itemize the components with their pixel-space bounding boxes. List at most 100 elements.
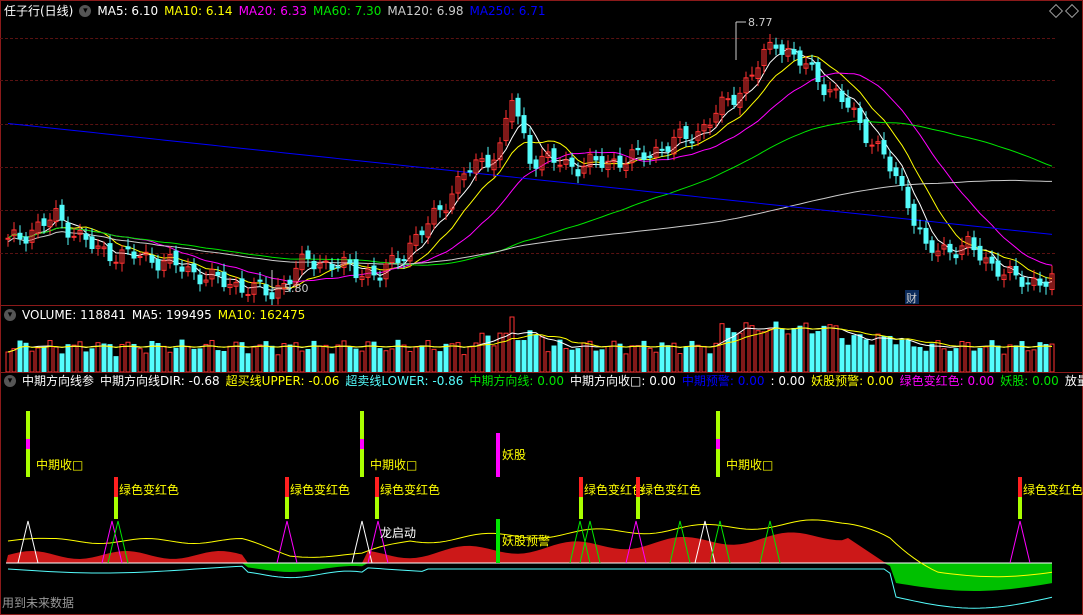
candle-body xyxy=(221,271,227,288)
volume-bar xyxy=(107,344,113,372)
volume-bar xyxy=(401,344,407,372)
candle-body xyxy=(395,258,401,263)
candle-body xyxy=(857,108,863,124)
signal-label: 绿色变红色 xyxy=(119,482,179,497)
volume-bar xyxy=(35,347,41,372)
candle-body xyxy=(863,119,869,144)
price-legend-item: MA60: 7.30 xyxy=(313,4,382,18)
price-ma-values: MA5: 6.10 MA10: 6.14 MA20: 6.33 MA60: 7.30 M… xyxy=(97,3,551,19)
candle-body xyxy=(659,148,665,151)
volume-bar xyxy=(629,345,635,372)
volume-bar xyxy=(485,335,491,372)
signal-bar xyxy=(375,477,379,497)
volume-bar xyxy=(707,353,713,372)
signal-label: 绿色变红色 xyxy=(584,482,644,497)
price-legend-item: MA5: 6.10 xyxy=(97,4,159,18)
candle-body xyxy=(113,261,119,264)
signal-label: 绿色变红色 xyxy=(641,482,701,497)
candle-body xyxy=(527,134,533,164)
signal-bar xyxy=(716,439,720,449)
volume-bar xyxy=(167,351,173,372)
volume-bar xyxy=(329,353,335,372)
volume-bar xyxy=(197,348,203,372)
volume-bar xyxy=(83,351,89,372)
finance-badge[interactable]: 财 xyxy=(906,291,917,305)
volume-bar xyxy=(863,339,869,372)
volume-bar xyxy=(677,353,683,372)
signal-label: 绿色变红色 xyxy=(1023,482,1083,497)
candle-body xyxy=(893,167,899,177)
volume-bar xyxy=(701,345,707,372)
volume-bar xyxy=(323,344,329,372)
candle-body xyxy=(923,227,929,244)
volume-bar xyxy=(71,344,77,372)
ind-legend-item: 妖股预警: 0.00 xyxy=(811,374,894,388)
volume-panel[interactable]: ▾ VOLUME: 118841 MA5: 199495 MA10: 162475 xyxy=(0,306,1083,372)
signal-bar xyxy=(360,449,364,477)
volume-bar xyxy=(101,343,107,372)
candle-body xyxy=(533,159,539,169)
volume-bar xyxy=(461,354,467,372)
candle-body xyxy=(953,254,959,259)
price-legend-item: MA120: 6.98 xyxy=(387,4,464,18)
indicator-panel[interactable]: ▾ 中期方向线参 中期方向线DIR: -0.68 超买线UPPER: -0.06 超卖… xyxy=(0,373,1083,613)
volume-bar xyxy=(221,351,227,372)
ind-legend-item: 超买线UPPER: -0.06 xyxy=(225,374,340,388)
volume-bar xyxy=(995,345,1001,372)
volume-bar xyxy=(389,348,395,372)
signal-bar xyxy=(114,497,118,519)
dir-negative-area xyxy=(6,563,1052,591)
volume-bar xyxy=(917,346,923,372)
candle-body xyxy=(65,222,71,238)
chevron-down-icon[interactable]: ▾ xyxy=(4,309,16,321)
volume-bar xyxy=(215,350,221,372)
volume-bar xyxy=(155,342,161,372)
candle-body xyxy=(971,237,977,251)
chevron-down-icon[interactable]: ▾ xyxy=(79,5,92,17)
candle-body xyxy=(917,227,923,230)
ma120-line xyxy=(7,179,1053,265)
indicator-chart[interactable]: 中期收□ 中期收□ 中期收□绿色变红色 绿色变红色 绿色变红色 绿色变红色绿色变红色 绿色变… xyxy=(0,373,1083,613)
candle-body xyxy=(305,250,311,259)
candle-body xyxy=(245,293,251,296)
volume-bar xyxy=(347,346,353,372)
volume-bar xyxy=(947,350,953,372)
candle-body xyxy=(401,259,407,262)
ind-legend-item: 超卖线LOWER: -0.86 xyxy=(345,374,464,388)
volume-bar xyxy=(1001,353,1007,372)
volume-bar xyxy=(287,344,293,372)
volume-bar xyxy=(5,351,11,372)
volume-bar xyxy=(755,330,761,372)
volume-bar xyxy=(59,353,65,372)
volume-bar xyxy=(23,342,29,372)
volume-bar xyxy=(731,332,737,372)
candle-body xyxy=(797,50,803,66)
volume-bar xyxy=(839,338,845,372)
volume-bar xyxy=(41,346,47,372)
volume-bar xyxy=(767,328,773,372)
price-panel[interactable]: 任子行(日线) ▾ MA5: 6.10 MA10: 6.14 MA20: 6.33 M… xyxy=(0,0,1083,305)
candle-body xyxy=(791,49,797,55)
candlestick-chart[interactable]: 8.77 5.80 财 xyxy=(0,0,1083,305)
vol-legend-item: VOLUME: 118841 xyxy=(22,308,126,322)
volume-bar xyxy=(869,344,875,372)
candle-body xyxy=(515,97,521,117)
volume-bar xyxy=(251,346,257,372)
candle-body xyxy=(617,155,623,168)
candle-body xyxy=(683,126,689,139)
volume-bar xyxy=(989,340,995,372)
signal-label: 中期收□ xyxy=(370,457,417,472)
candle-body xyxy=(83,233,89,240)
chevron-down-icon[interactable]: ▾ xyxy=(4,375,16,387)
ind-legend-item: 中期预警: 0.00 xyxy=(681,374,765,388)
signal-label: 龙启动 xyxy=(380,526,416,540)
candle-body xyxy=(641,152,647,160)
candle-body xyxy=(17,232,23,240)
volume-bar xyxy=(929,343,935,372)
signal-bar xyxy=(26,411,30,439)
ind-legend-item: 放量突破 xyxy=(1064,374,1083,388)
vol-legend-item: MA10: 162475 xyxy=(217,308,306,322)
volume-bar xyxy=(833,325,839,372)
volume-bar xyxy=(341,340,347,372)
volume-bar xyxy=(521,340,527,372)
